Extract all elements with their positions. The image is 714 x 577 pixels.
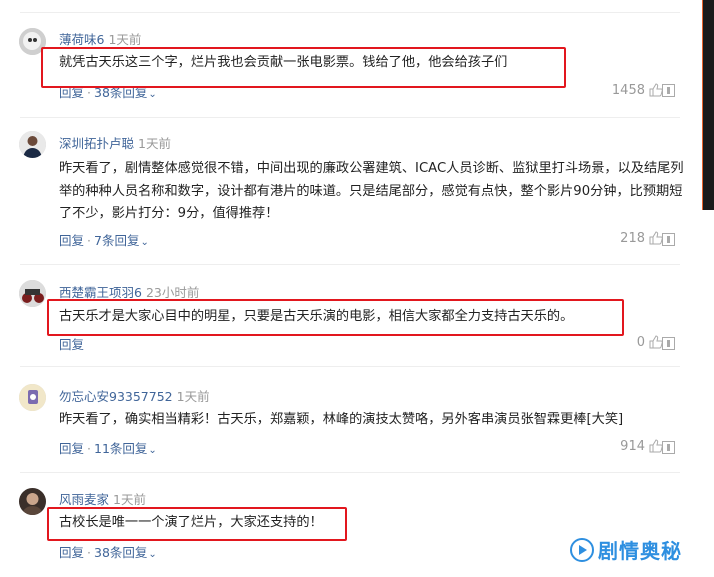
report-icon[interactable] (662, 337, 675, 350)
comment-text: 昨天看了，剧情整体感觉很不错，中间出现的廉政公署建筑、ICAC人员诊断、监狱里打… (59, 161, 684, 221)
reply-button[interactable]: 回复 (59, 337, 84, 352)
report-icon[interactable] (662, 84, 675, 97)
avatar[interactable] (19, 280, 46, 307)
comment-time: 1天前 (138, 136, 171, 151)
like-button[interactable]: 0 (637, 334, 664, 350)
view-replies-link[interactable]: 38条回复 (94, 545, 147, 560)
reply-button[interactable]: 回复 (59, 441, 84, 456)
comment-actions: 回复 (59, 334, 84, 353)
watermark-text: 剧情奥秘 (598, 539, 682, 563)
watermark: 剧情奥秘 (570, 535, 682, 564)
play-logo-icon (570, 537, 594, 562)
comment-time: 1天前 (176, 389, 210, 404)
comment-time: 1天前 (113, 492, 146, 507)
report-icon[interactable] (662, 441, 675, 454)
side-panel (703, 0, 714, 210)
top-divider (20, 12, 680, 13)
username-text[interactable]: 风雨麦家 (59, 492, 109, 507)
view-replies-link[interactable]: 11条回复 (94, 441, 147, 456)
chevron-down-icon[interactable]: ⌄ (148, 549, 156, 560)
comment-author[interactable]: 勿忘心安93357752 1天前 (59, 386, 210, 405)
avatar[interactable] (19, 131, 46, 158)
highlight-box (47, 507, 347, 541)
view-replies-link[interactable]: 7条回复 (94, 233, 139, 248)
like-button[interactable]: 1458 (612, 82, 664, 98)
comment-actions: 回复 · 7条回复⌄ (59, 233, 149, 248)
comment-time: 1天前 (108, 32, 142, 47)
username-text[interactable]: 薄荷味6 (59, 32, 104, 47)
highlight-box (41, 47, 566, 88)
highlight-box (47, 299, 624, 336)
like-button[interactable]: 218 (620, 230, 664, 246)
comment-actions: 回复 · 38条回复⌄ (59, 545, 157, 560)
comment-divider (20, 366, 680, 367)
comment-author[interactable]: 深圳拓扑卢聪 1天前 (59, 133, 171, 152)
comment-time: 23小时前 (145, 285, 200, 300)
comment-text: 昨天看了，确实相当精彩！古天乐，郑嘉颖，林峰的演技太赞咯，另外客串演员张智霖更棒… (59, 412, 624, 427)
like-button[interactable]: 914 (620, 438, 664, 454)
like-count: 0 (636, 334, 645, 350)
comment-divider (20, 264, 680, 265)
username-text[interactable]: 深圳拓扑卢聪 (59, 136, 134, 151)
chevron-down-icon[interactable]: ⌄ (148, 89, 156, 100)
reply-button[interactable]: 回复 (59, 233, 84, 248)
chevron-down-icon[interactable]: ⌄ (140, 237, 148, 248)
avatar[interactable] (19, 488, 46, 515)
report-icon[interactable] (662, 233, 675, 246)
comment-divider (20, 117, 680, 118)
username-text[interactable]: 勿忘心安93357752 (59, 389, 173, 404)
comment-actions: 回复 · 11条回复⌄ (59, 441, 157, 456)
like-count: 218 (620, 230, 645, 246)
comment-divider (20, 472, 680, 473)
username-text[interactable]: 西楚霸王项羽6 (59, 285, 142, 300)
comment-author[interactable]: 风雨麦家 1天前 (59, 489, 146, 508)
avatar[interactable] (19, 384, 46, 411)
reply-button[interactable]: 回复 (59, 545, 84, 560)
like-count: 914 (620, 438, 645, 454)
like-count: 1458 (611, 82, 645, 98)
chevron-down-icon[interactable]: ⌄ (148, 445, 156, 456)
comment-author[interactable]: 薄荷味6 1天前 (59, 29, 141, 48)
